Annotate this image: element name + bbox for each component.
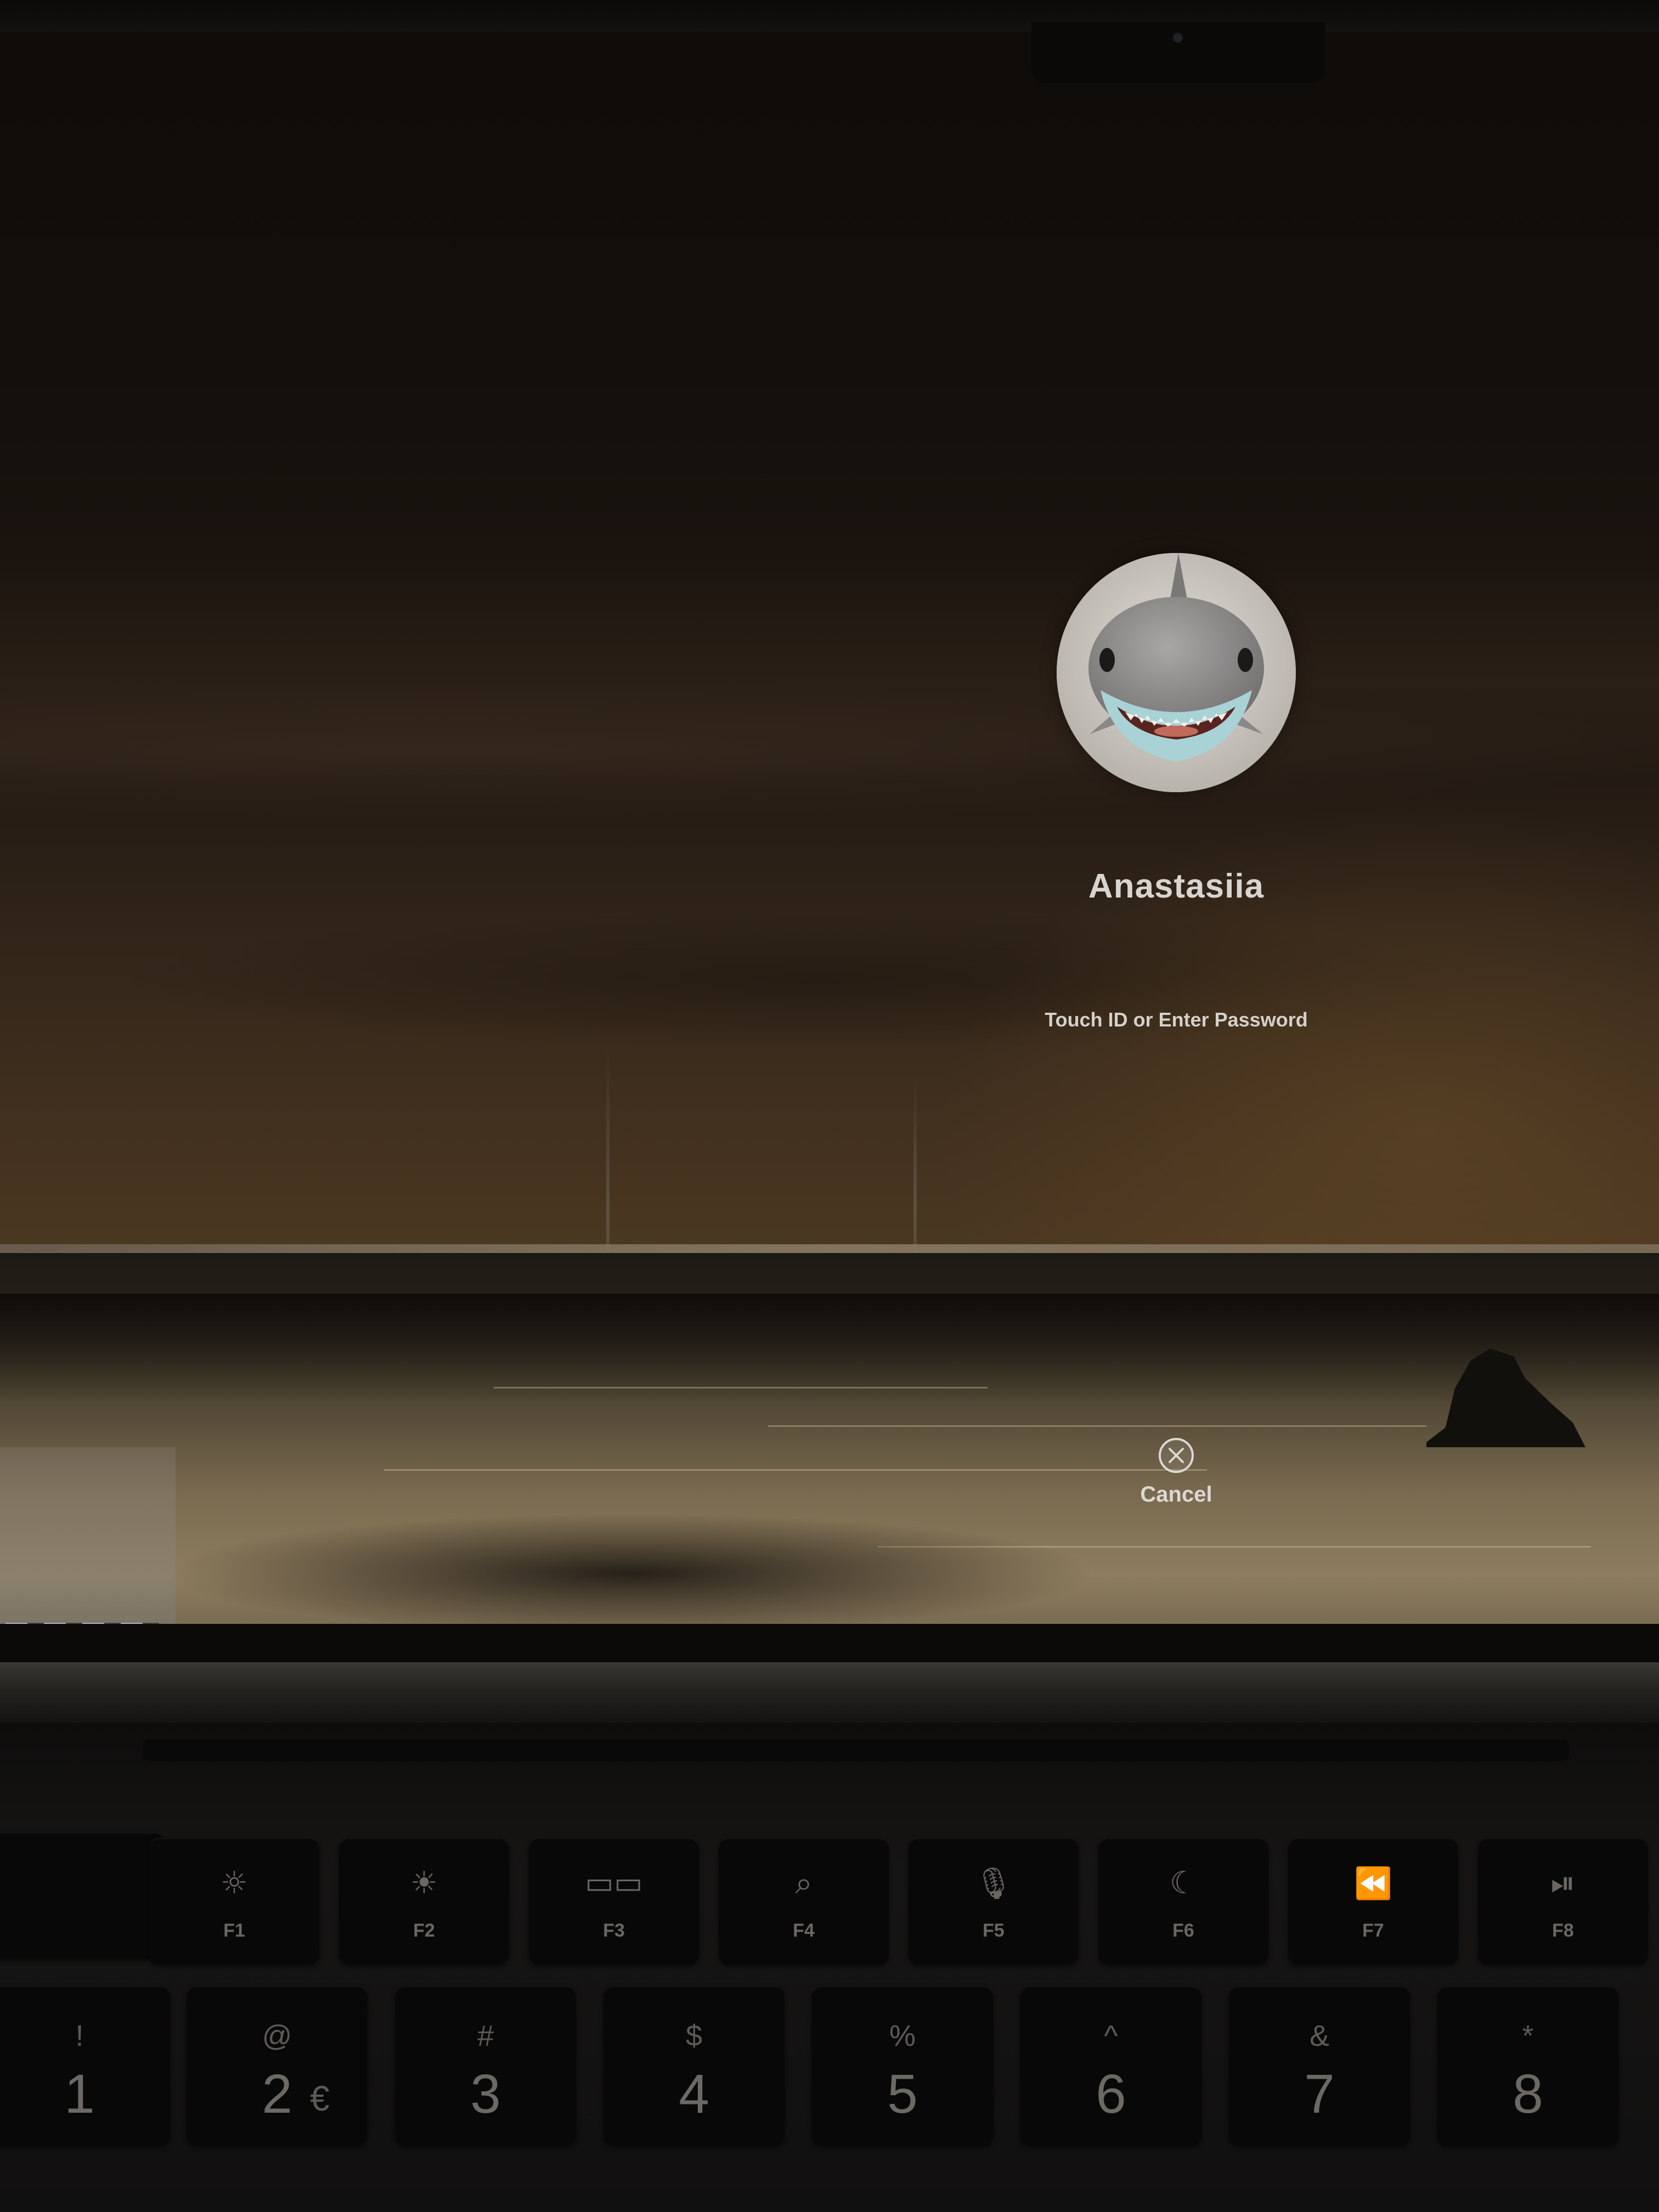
play-pause-icon: ⏯ — [1550, 1865, 1576, 1901]
login-panel: Anastasiia Touch ID or Enter Password Ca… — [988, 32, 1361, 1656]
key-escape[interactable] — [0, 1832, 165, 1959]
key-label: F2 — [413, 1920, 435, 1941]
key-label: F7 — [1362, 1920, 1384, 1941]
cancel-label: Cancel — [1140, 1482, 1212, 1506]
key-label: F6 — [1172, 1920, 1194, 1941]
key-f2[interactable]: ☀ F2 — [339, 1838, 509, 1964]
user-name: Anastasiia — [1088, 867, 1265, 905]
key-main-char: 2 — [262, 2063, 292, 2125]
camera-icon — [1173, 33, 1183, 43]
key-label: F1 — [223, 1920, 245, 1941]
key-shift-char: ! — [75, 2019, 84, 2052]
rewind-icon: ⏪ — [1354, 1866, 1392, 1901]
user-avatar[interactable] — [1057, 553, 1296, 792]
key-shift-char: ^ — [1104, 2019, 1118, 2052]
key-main-char: 5 — [887, 2063, 918, 2125]
laptop-photo: Anastasiia Touch ID or Enter Password Ca… — [0, 0, 1659, 2212]
key-f6[interactable]: ☾ F6 — [1098, 1838, 1268, 1964]
key-label: F8 — [1552, 1920, 1574, 1941]
key-8[interactable]: * 8 — [1437, 1986, 1618, 2145]
key-f4[interactable]: ⌕ F4 — [719, 1838, 889, 1964]
bottom-bezel — [0, 1624, 1659, 1662]
cancel-button[interactable]: Cancel — [1121, 1436, 1231, 1524]
key-f8[interactable]: ⏯ F8 — [1478, 1838, 1648, 1964]
speaker-grille — [143, 1739, 1569, 1761]
key-2[interactable]: @ 2 € — [187, 1986, 368, 2145]
key-main-char: 4 — [679, 2063, 709, 2125]
key-3[interactable]: # 3 — [395, 1986, 576, 2145]
sea-glint — [494, 1387, 988, 1389]
key-4[interactable]: $ 4 — [603, 1986, 785, 2145]
mission-control-icon: ▭▭ — [585, 1865, 643, 1901]
do-not-disturb-moon-icon: ☾ — [1169, 1865, 1198, 1901]
key-main-char: 3 — [470, 2063, 501, 2125]
key-label: F4 — [793, 1920, 815, 1941]
key-shift-char: # — [477, 2019, 494, 2052]
key-main-char: 8 — [1513, 2063, 1543, 2125]
key-label: F3 — [603, 1920, 625, 1941]
key-shift-char: & — [1309, 2019, 1330, 2052]
key-shift-char: @ — [262, 2019, 292, 2052]
key-shift-char: % — [889, 2019, 916, 2052]
password-prompt: Touch ID or Enter Password — [1045, 1008, 1308, 1031]
key-main-char: 6 — [1096, 2063, 1126, 2125]
key-5[interactable]: % 5 — [812, 1986, 993, 2145]
dictation-mic-icon: 🎙 — [974, 1866, 1013, 1901]
key-shift-char: * — [1522, 2019, 1534, 2052]
key-shift-char: $ — [685, 2019, 703, 2052]
spotlight-search-icon: ⌕ — [795, 1865, 812, 1901]
top-bezel — [0, 0, 1659, 35]
brightness-down-icon: ☼ — [220, 1865, 249, 1901]
key-7[interactable]: & 7 — [1229, 1986, 1410, 2145]
key-f5[interactable]: 🎙 F5 — [909, 1838, 1079, 1964]
camera-notch — [1031, 22, 1325, 83]
key-alt-char: € — [310, 2079, 330, 2118]
key-label: F5 — [983, 1920, 1005, 1941]
wallpaper-sea-shadow — [165, 1513, 1097, 1634]
circle-x-icon — [1159, 1438, 1194, 1473]
lock-screen: Anastasiia Touch ID or Enter Password Ca… — [0, 32, 1659, 1656]
laptop-hinge — [0, 1662, 1659, 1723]
wallpaper-horizon — [0, 1244, 1659, 1253]
shark-memoji-avatar-icon — [1057, 553, 1296, 792]
brightness-up-icon: ☀ — [410, 1865, 438, 1901]
key-main-char: 1 — [64, 2063, 95, 2125]
key-f7[interactable]: ⏪ F7 — [1288, 1838, 1458, 1964]
key-f3[interactable]: ▭▭ F3 — [529, 1838, 699, 1964]
key-main-char: 7 — [1304, 2063, 1335, 2125]
key-6[interactable]: ^ 6 — [1020, 1986, 1201, 2145]
key-f1[interactable]: ☼ F1 — [149, 1838, 319, 1964]
key-1[interactable]: ! 1 — [0, 1986, 170, 2145]
